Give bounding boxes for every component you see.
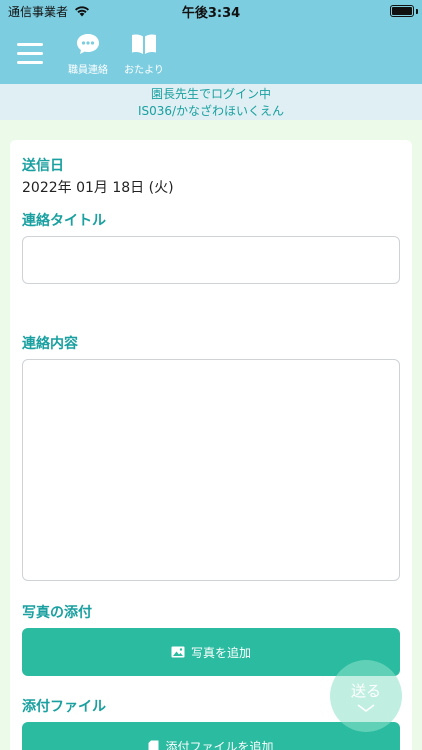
app-header: 職員連絡 おたより [0,22,422,84]
book-icon [130,31,158,57]
send-date-value: 2022年 01月 18日 (火) [22,180,174,196]
message-form-card: 送信日 2022年 01月 18日 (火) 連絡タイトル 連絡内容 写真の添付 … [10,140,412,750]
content-textarea[interactable] [22,359,400,581]
photo-attach-label: 写真の添付 [22,605,92,621]
nav-newsletter[interactable]: おたより [116,22,172,84]
status-left: 通信事業者 [8,3,90,20]
carrier-label: 通信事業者 [8,4,69,19]
send-date-label: 送信日 [22,158,64,174]
title-input[interactable] [22,236,400,284]
add-file-label: 添付ファイルを追加 [165,739,274,750]
image-icon [171,646,185,658]
send-button-label: 送る [350,681,381,700]
file-attach-label: 添付ファイル [22,699,106,715]
file-icon [148,740,159,750]
nav-staff-contact[interactable]: 職員連絡 [60,22,116,84]
nav-newsletter-label: おたより [124,64,164,76]
nav-staff-contact-label: 職員連絡 [68,64,108,76]
school-id-text: IS036/かなざわほいくえん [137,104,285,118]
title-label: 連絡タイトル [22,213,106,229]
add-photo-label: 写真を追加 [190,645,251,660]
send-button[interactable]: 送る [330,660,402,732]
wifi-icon [75,6,90,17]
content-label: 連絡内容 [22,336,78,352]
status-bar: 通信事業者 午後3:34 [0,0,422,22]
battery-icon [390,5,414,17]
login-info-banner: 園長先生でログイン中 IS036/かなざわほいくえん [0,84,422,120]
chat-bubble-icon [74,31,102,57]
content-area: 送信日 2022年 01月 18日 (火) 連絡タイトル 連絡内容 写真の添付 … [0,120,422,750]
chevron-down-icon [357,703,375,712]
add-file-button[interactable]: 添付ファイルを追加 [22,722,400,750]
hamburger-icon [17,42,43,46]
battery-tip [416,9,418,14]
menu-button[interactable] [0,22,60,84]
login-status-text: 園長先生でログイン中 [150,87,271,101]
